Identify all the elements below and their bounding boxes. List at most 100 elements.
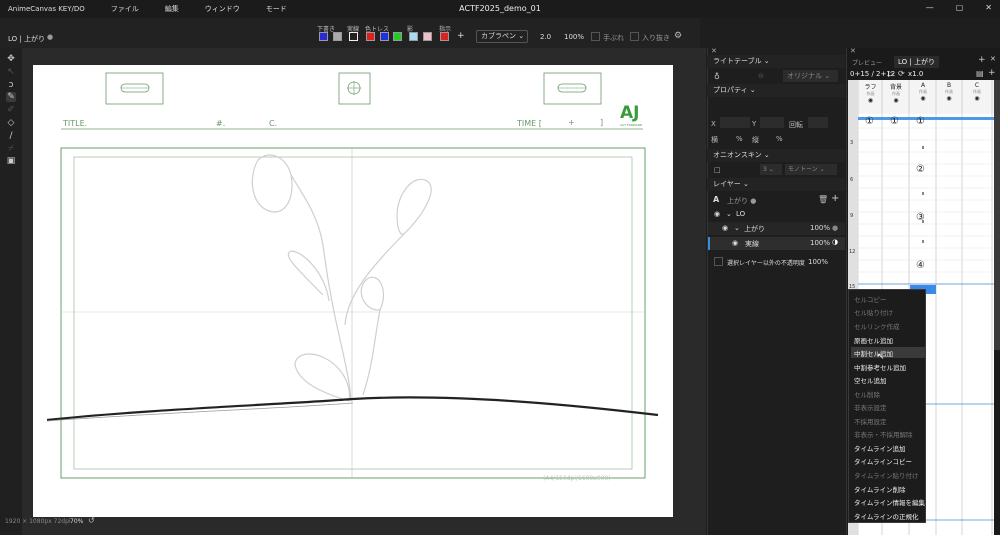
menu-window[interactable]: ウィンドウ [205, 4, 240, 14]
color-swatch-6[interactable] [393, 32, 402, 41]
nonselected-opacity-checkbox[interactable] [714, 257, 723, 266]
onion-count-select[interactable]: 3 ⌄ [760, 164, 782, 175]
cell-mark[interactable]: ② [916, 164, 925, 175]
maximize-button[interactable]: ▢ [956, 3, 964, 12]
menu-item[interactable]: タイムライン追加 [854, 443, 906, 453]
color-swatch-4[interactable] [366, 32, 375, 41]
column-header-a[interactable]: A 作画 ◉ [910, 82, 936, 102]
fill-tool-icon[interactable]: ⌿ [6, 144, 16, 154]
close-button[interactable]: ✕ [985, 3, 992, 12]
nonselected-opacity-value[interactable]: 100% [808, 258, 828, 266]
eraser-tool-icon[interactable]: ◇ [6, 118, 16, 128]
tab-lo-agari[interactable]: LO | 上がり [894, 56, 939, 68]
color-swatch-1[interactable] [319, 32, 328, 41]
eye-icon[interactable]: ◉ [714, 210, 720, 218]
menu-edit[interactable]: 編集 [165, 4, 179, 14]
sheet-icon[interactable]: ▤ [976, 69, 984, 78]
column-header-rough[interactable]: ラフ 作画 ◉ [859, 82, 882, 104]
property-header[interactable]: プロパティ ⌄ [707, 84, 845, 97]
brush-tool-icon[interactable]: ✐ [6, 105, 16, 115]
color-swatch-2[interactable] [333, 32, 342, 41]
lasso-tool-icon[interactable]: ↄ [6, 80, 16, 90]
xsheet-scrollbar[interactable] [994, 80, 1000, 350]
prop-x-input[interactable] [720, 117, 750, 128]
color-swatch-8[interactable] [423, 32, 432, 41]
eye-icon[interactable]: ◉ [936, 95, 962, 102]
playback-speed[interactable]: x1.0 [908, 70, 923, 78]
onion-mode-select[interactable]: モノトーン ⌄ [785, 164, 837, 175]
layer-row-lo[interactable]: ◉ ⌄ LO [708, 208, 845, 221]
add-column-button[interactable]: + [988, 68, 996, 78]
chevron-down-icon[interactable]: ⌄ [734, 224, 740, 232]
color-swatch-9[interactable] [440, 32, 449, 41]
eye-icon[interactable]: ◉ [732, 239, 738, 247]
column-header-c[interactable]: C 作画 ◉ [963, 82, 991, 102]
prop-rotate-label: 回転 [789, 121, 803, 129]
menu-item[interactable]: タイムライン情報を編集 [854, 497, 925, 507]
delete-layer-icon[interactable]: 🗑 [818, 195, 828, 204]
reset-view-icon[interactable]: ↺ [88, 516, 95, 525]
minimize-button[interactable]: — [926, 3, 934, 12]
tebure-checkbox[interactable] [591, 32, 600, 41]
select-tool-icon[interactable]: ↖ [6, 67, 16, 77]
settings-gear-icon[interactable]: ⚙ [674, 31, 682, 41]
time-plus: + [568, 118, 575, 127]
cell-mark[interactable]: ④ [916, 260, 925, 271]
layer-row-agari[interactable]: ◉ ⌄ 上がり 100% ● [708, 222, 845, 235]
add-tab-button[interactable]: + [978, 55, 986, 65]
brush-opacity-value[interactable]: 100% [564, 33, 584, 41]
eye-icon[interactable]: ◉ [722, 224, 728, 232]
menu-item[interactable]: タイムライン削除 [854, 484, 906, 494]
add-layer-button[interactable]: + [831, 193, 839, 204]
chevron-down-icon[interactable]: ⌄ [726, 210, 732, 218]
play-icon[interactable]: ▷ [888, 69, 894, 78]
tab-preview[interactable]: プレビュー [852, 58, 882, 67]
menu-item[interactable]: 中割参考セル追加 [854, 362, 906, 372]
menu-item[interactable]: 空セル追加 [854, 375, 887, 385]
layers-header[interactable]: レイヤー ⌄ [707, 178, 845, 191]
menu-item[interactable]: タイムラインコピー [854, 456, 912, 466]
cell-mark[interactable]: ① [890, 116, 899, 127]
lt-delete-icon[interactable]: ⊖ [758, 72, 764, 80]
lightbulb-icon[interactable]: ♁ [714, 72, 720, 81]
onion-skin-header[interactable]: オニオンスキン ⌄ [707, 149, 845, 162]
menu-item[interactable]: タイムラインの正規化 [854, 511, 919, 521]
eye-icon[interactable]: ◉ [883, 97, 909, 104]
prop-y-input[interactable] [760, 117, 784, 128]
column-header-b[interactable]: B 作画 ◉ [936, 82, 962, 102]
xsheet-close-tab-icon[interactable]: ✕ [990, 55, 996, 63]
menu-mode[interactable]: モード [266, 4, 287, 14]
lighttable-mode-select[interactable]: オリジナル ⌄ [783, 70, 838, 82]
cell-mark[interactable]: ① [916, 116, 925, 127]
eye-icon[interactable]: ◉ [859, 97, 882, 104]
irinuki-checkbox[interactable] [630, 32, 639, 41]
column-header-background[interactable]: 背景 作画 ◉ [883, 82, 909, 104]
color-swatch-7[interactable] [409, 32, 418, 41]
layer-name: 実線 [745, 240, 759, 248]
move-tool-icon[interactable]: ✥ [6, 54, 16, 64]
color-swatch-3[interactable] [349, 32, 358, 41]
brush-size-value[interactable]: 2.0 [540, 33, 551, 41]
drawing-paper[interactable]: TITLE. #. C. TIME [ + ] AJ ACT FORWARD (… [33, 65, 673, 517]
cell-mark[interactable]: ③ [916, 212, 925, 223]
zoom-level[interactable]: 70% [70, 518, 83, 525]
add-color-button[interactable]: + [457, 31, 465, 41]
loop-icon[interactable]: ⟳ [898, 69, 905, 78]
lighttable-header[interactable]: ライトテーブル ⌄ [707, 55, 845, 68]
xsheet-close-icon[interactable]: ✕ [850, 47, 856, 55]
brush-select[interactable]: カブラペン ⌄ [476, 30, 528, 43]
onion-toggle[interactable]: □ [714, 166, 721, 174]
pen-tool-icon[interactable]: ✎ [6, 92, 16, 102]
menu-item[interactable]: 原画セル追加 [854, 335, 893, 345]
menu-file[interactable]: ファイル [111, 4, 139, 14]
frame-tool-icon[interactable]: ▣ [6, 156, 16, 166]
menu-item[interactable]: 中割セル追加 [854, 348, 893, 358]
eye-icon[interactable]: ◉ [963, 95, 991, 102]
cell-mark[interactable]: ① [865, 116, 874, 127]
color-swatch-5[interactable] [380, 32, 389, 41]
panel-close-icon[interactable]: ✕ [711, 47, 717, 55]
line-tool-icon[interactable]: ∕ [6, 131, 16, 141]
eye-icon[interactable]: ◉ [910, 95, 936, 102]
layer-row-jissen[interactable]: ◉ 実線 100% ◑ [708, 237, 845, 250]
prop-rotate-input[interactable] [808, 117, 828, 128]
